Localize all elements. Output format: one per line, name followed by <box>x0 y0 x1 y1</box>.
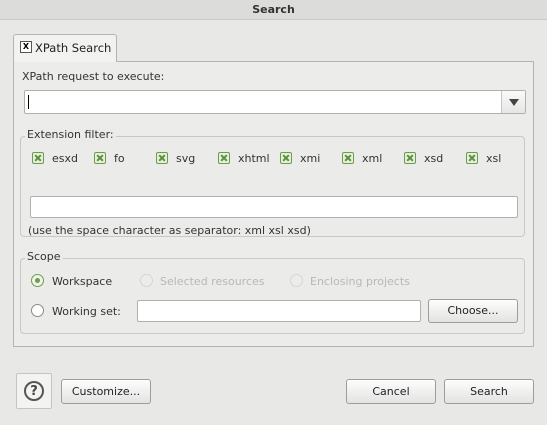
help-button[interactable]: ? <box>16 373 52 409</box>
xpath-request-combo[interactable] <box>24 90 526 114</box>
customize-button[interactable]: Customize... <box>61 379 151 404</box>
combo-dropdown-button[interactable] <box>501 91 525 113</box>
checkbox-label-xsl: xsl <box>486 152 502 165</box>
radio-label-selected-resources: Selected resources <box>160 275 265 288</box>
radio-enclosing-projects[interactable] <box>290 274 303 287</box>
search-button[interactable]: Search <box>444 379 534 404</box>
checkbox-label-esxd: esxd <box>52 152 78 165</box>
extension-filter-hint: (use the space character as separator: x… <box>28 224 311 237</box>
radio-selected-resources[interactable] <box>140 274 153 287</box>
scope-label: Scope <box>25 250 63 263</box>
xpath-icon: X <box>20 41 32 53</box>
cancel-button[interactable]: Cancel <box>346 379 436 404</box>
radio-working-set[interactable] <box>31 304 44 317</box>
checkbox-label-xsd: xsd <box>424 152 444 165</box>
checkbox-label-svg: svg <box>176 152 196 165</box>
radio-label-enclosing-projects: Enclosing projects <box>310 275 410 288</box>
extension-filter-label: Extension filter: <box>25 128 116 141</box>
choose-button[interactable]: Choose... <box>428 299 518 323</box>
radio-workspace[interactable] <box>31 274 44 287</box>
radio-label-working-set: Working set: <box>52 305 121 318</box>
checkbox-xml[interactable] <box>342 152 354 164</box>
tab-xpath-search[interactable]: X XPath Search <box>13 34 117 62</box>
xpath-request-label: XPath request to execute: <box>22 70 165 83</box>
extension-filter-input[interactable] <box>30 196 518 218</box>
checkbox-fo[interactable] <box>94 152 106 164</box>
checkbox-xsd[interactable] <box>404 152 416 164</box>
checkbox-esxd[interactable] <box>32 152 44 164</box>
help-icon: ? <box>24 381 44 401</box>
checkbox-xsl[interactable] <box>466 152 478 164</box>
checkbox-label-xhtml: xhtml <box>238 152 270 165</box>
checkbox-svg[interactable] <box>156 152 168 164</box>
checkbox-xhtml[interactable] <box>218 152 230 164</box>
tab-label: XPath Search <box>35 41 112 55</box>
working-set-input[interactable] <box>137 300 421 322</box>
checkbox-label-fo: fo <box>114 152 125 165</box>
radio-label-workspace: Workspace <box>52 275 113 288</box>
window-title: Search <box>0 0 547 20</box>
checkbox-label-xml: xml <box>362 152 383 165</box>
text-cursor <box>28 95 29 109</box>
checkbox-label-xmi: xmi <box>300 152 321 165</box>
checkbox-xmi[interactable] <box>280 152 292 164</box>
chevron-down-icon <box>509 99 519 106</box>
